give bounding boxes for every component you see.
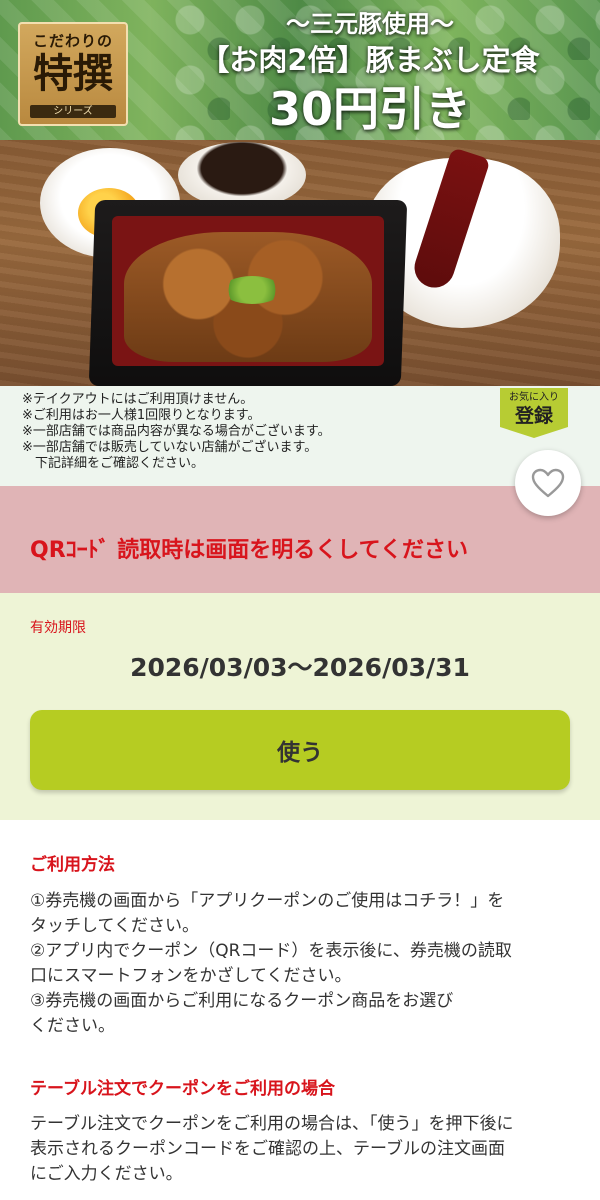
use-coupon-button[interactable]: 使う — [30, 710, 570, 790]
table-order-instructions: テーブル注文でクーポンをご利用の場合は、「使う」を押下後に 表示されるクーポンコ… — [30, 1112, 575, 1187]
usage-line: ①券売機の画面から「アプリクーポンのご使用はコチラ！」を — [30, 891, 505, 911]
badge-main-text: 特撰 — [33, 50, 113, 97]
scallion-garnish — [222, 276, 282, 304]
sauce-dish — [178, 142, 306, 208]
note-line: 下記詳細をご確認ください。 — [22, 456, 205, 471]
table-order-line: にご入力ください。 — [30, 1164, 183, 1184]
qr-notice-text: QRｺｰﾄﾞ 読取時は画面を明るくしてください — [30, 538, 468, 563]
favorite-ribbon-main: 登録 — [514, 405, 553, 427]
promo-banner-image: こだわりの 特撰 シリーズ 〜三元豚使用〜 【お肉2倍】豚まぶし定食 30円引き — [0, 0, 600, 386]
usage-line: 口にスマートフォンをかざしてください。 — [30, 966, 352, 986]
favorite-button[interactable] — [515, 450, 581, 516]
badge-top-text: こだわりの — [32, 32, 113, 50]
usage-title: ご利用方法 — [30, 855, 115, 875]
promo-discount: 30円引き — [268, 82, 471, 136]
promo-headline: 〜三元豚使用〜 【お肉2倍】豚まぶし定食 30円引き — [170, 8, 570, 138]
table-order-line: テーブル注文でクーポンをご利用の場合は、「使う」を押下後に — [30, 1114, 514, 1134]
usage-line: タッチしてください。 — [30, 916, 199, 936]
usage-line: ③券売機の画面からご利用になるクーポン商品をお選び — [30, 991, 454, 1011]
validity-range: 2026/03/03～2026/03/31 — [130, 653, 470, 682]
heart-icon — [531, 468, 565, 498]
note-line: ※一部店舗では販売していない店舗がございます。 — [22, 440, 318, 455]
table-order-line: 表示されるクーポンコードをご確認の上、テーブルの注文画面 — [30, 1139, 505, 1159]
favorite-ribbon-top: お気に入り — [509, 392, 559, 403]
usage-line: ②アプリ内でクーポン（QRコード）を表示後に、券売機の読取 — [30, 941, 512, 961]
table-order-title: テーブル注文でクーポンをご利用の場合 — [30, 1079, 335, 1099]
validity-label: 有効期限 — [30, 620, 86, 636]
usage-instructions: ①券売機の画面から「アプリクーポンのご使用はコチラ！」を タッチしてください。 … — [30, 889, 575, 1039]
promo-product-name: 【お肉2倍】豚まぶし定食 — [200, 43, 540, 77]
badge-bottom-text: シリーズ — [30, 105, 116, 118]
promo-subtitle: 〜三元豚使用〜 — [286, 10, 454, 38]
tokusen-series-badge: こだわりの 特撰 シリーズ — [18, 22, 128, 126]
usage-line: ください。 — [30, 1016, 115, 1036]
